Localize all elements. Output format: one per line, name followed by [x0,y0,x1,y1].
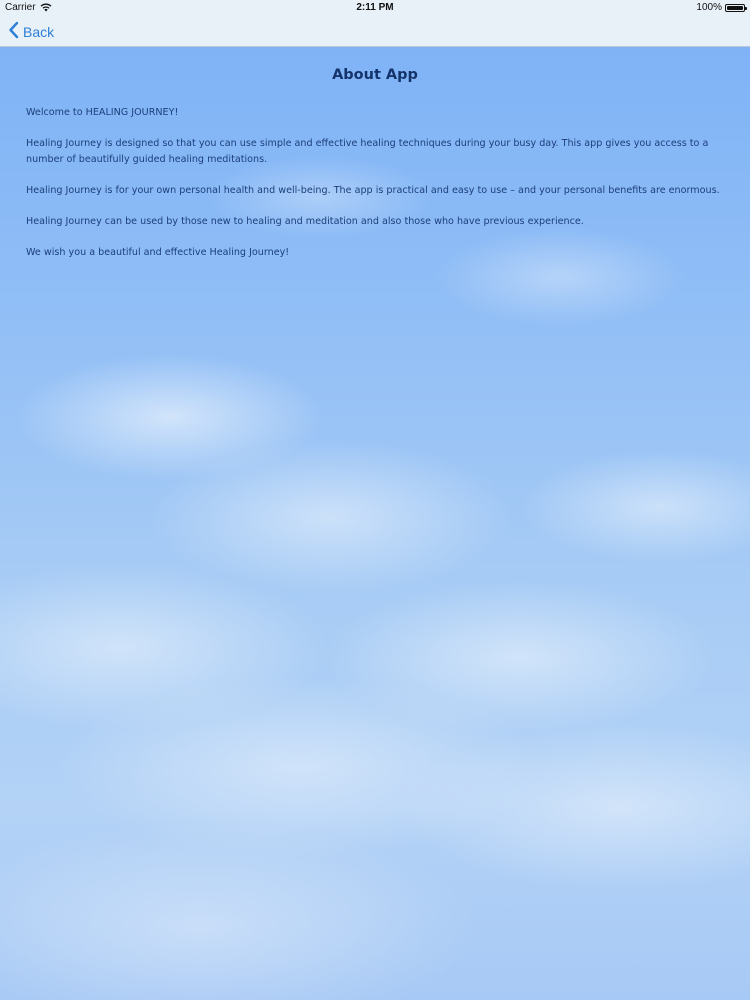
status-right: 100% [696,2,747,13]
paragraph-description: Healing Journey is designed so that you … [26,138,709,165]
navigation-bar: Back [0,16,750,47]
back-button[interactable]: Back [8,21,54,42]
about-text: Welcome to HEALING JOURNEY! Healing Jour… [26,105,726,276]
about-content: About App Welcome to HEALING JOURNEY! He… [0,47,750,1000]
back-label: Back [23,23,55,40]
status-time: 2:11 PM [356,2,394,13]
paragraph-audience: Healing Journey can be used by those new… [26,215,584,227]
status-bar: Carrier 2:11 PM 100% [0,0,750,16]
page-title: About App [332,67,418,83]
paragraph-wish: We wish you a beautiful and effective He… [26,246,290,258]
paragraph-welcome: Welcome to HEALING JOURNEY! [26,107,179,118]
chevron-left-icon [8,21,23,42]
battery-icon [725,3,747,12]
paragraph-health: Healing Journey is for your own personal… [26,184,720,196]
battery-percent: 100% [696,2,722,13]
